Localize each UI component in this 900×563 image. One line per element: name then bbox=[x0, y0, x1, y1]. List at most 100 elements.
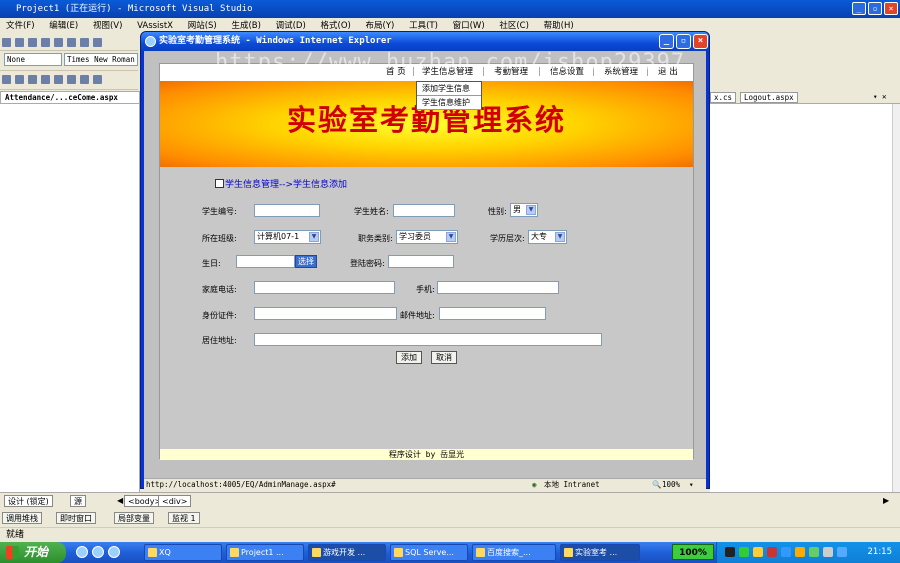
address-input[interactable] bbox=[254, 333, 602, 346]
tray-security-icon[interactable] bbox=[767, 547, 777, 557]
continue-icon[interactable] bbox=[2, 38, 11, 47]
add-item-icon[interactable] bbox=[15, 75, 24, 84]
add-button[interactable]: 添加 bbox=[396, 351, 422, 364]
tray-monitor-icon[interactable] bbox=[837, 547, 847, 557]
style-combo[interactable]: None bbox=[4, 53, 62, 66]
breadcrumb-text[interactable]: 学生信息管理-->学生信息添加 bbox=[225, 180, 347, 190]
gender-select[interactable]: 男 ▼ bbox=[510, 203, 538, 217]
tab-cs-file[interactable]: x.cs bbox=[710, 92, 737, 103]
email-input[interactable] bbox=[439, 307, 546, 320]
nav-student-info[interactable]: 学生信息管理 bbox=[422, 64, 473, 81]
task-sql-server[interactable]: SQL Serve... bbox=[390, 544, 468, 561]
right-editor-pane[interactable] bbox=[710, 104, 892, 492]
tab-call-stack[interactable]: 调用堆栈 bbox=[2, 512, 42, 524]
ie-minimize-icon[interactable]: _ bbox=[659, 34, 674, 49]
nav-logout[interactable]: 退 出 bbox=[658, 64, 678, 81]
task-folder[interactable]: XQ bbox=[144, 544, 222, 561]
tray-user-icon[interactable] bbox=[795, 547, 805, 557]
student-no-input[interactable] bbox=[254, 204, 320, 217]
choose-date-button[interactable]: 选择 bbox=[295, 255, 317, 268]
password-input[interactable] bbox=[388, 255, 454, 268]
submenu-maintain-student[interactable]: 学生信息维护 bbox=[417, 96, 481, 110]
chevron-down-icon[interactable]: ▼ bbox=[555, 232, 565, 242]
task-baidu[interactable]: 百度搜索_... bbox=[472, 544, 556, 561]
stop-icon[interactable] bbox=[28, 38, 37, 47]
tab-watch[interactable]: 监视 1 bbox=[168, 512, 200, 524]
media-quicklaunch-icon[interactable] bbox=[108, 546, 120, 558]
home-phone-input[interactable] bbox=[254, 281, 395, 294]
editor-pane[interactable] bbox=[0, 104, 140, 492]
close-icon[interactable]: × bbox=[884, 2, 898, 15]
chevron-down-icon[interactable]: ▼ bbox=[526, 205, 536, 215]
step-out-icon[interactable] bbox=[80, 38, 89, 47]
tray-volume-icon[interactable] bbox=[781, 547, 791, 557]
save-icon[interactable] bbox=[41, 75, 50, 84]
ie-zoom[interactable]: 100% bbox=[662, 479, 680, 490]
tab-logout[interactable]: Logout.aspx bbox=[740, 92, 798, 103]
vertical-scrollbar[interactable] bbox=[892, 104, 900, 492]
pin-icon[interactable]: ▾ ✕ bbox=[870, 92, 890, 103]
tray-qq-icon[interactable] bbox=[753, 547, 763, 557]
task-game-dev[interactable]: 游戏开发 ... bbox=[308, 544, 386, 561]
start-button[interactable]: 开始 bbox=[0, 542, 66, 563]
task-lab-system[interactable]: 实验室考 ... bbox=[560, 544, 640, 561]
task-vs[interactable]: Project1 ... bbox=[226, 544, 304, 561]
chevron-down-icon[interactable]: ▼ bbox=[309, 232, 319, 242]
submenu-add-student[interactable]: 添加学生信息 bbox=[417, 82, 481, 96]
birthday-input[interactable] bbox=[236, 255, 295, 268]
nav-system[interactable]: 系统管理 bbox=[604, 64, 638, 81]
pause-icon[interactable] bbox=[15, 38, 24, 47]
output-tabs: 调用堆栈 即时窗口 局部变量 监视 1 bbox=[0, 510, 900, 526]
class-select[interactable]: 计算机07-1 ▼ bbox=[254, 230, 321, 244]
desktop-quicklaunch-icon[interactable] bbox=[92, 546, 104, 558]
paste-icon[interactable] bbox=[93, 75, 102, 84]
chevron-down-icon[interactable]: ▼ bbox=[446, 232, 456, 242]
tray-network-icon[interactable] bbox=[739, 547, 749, 557]
class-label: 所在班级: bbox=[202, 234, 237, 243]
step-into-icon[interactable] bbox=[54, 38, 63, 47]
tab-immediate[interactable]: 即时窗口 bbox=[56, 512, 96, 524]
breakpoint-icon[interactable] bbox=[93, 38, 102, 47]
ie-maximize-icon[interactable]: ▫ bbox=[676, 34, 691, 49]
student-name-input[interactable] bbox=[393, 204, 455, 217]
font-combo[interactable]: Times New Roman bbox=[64, 53, 138, 66]
nav-info-settings[interactable]: 信息设置 bbox=[550, 64, 584, 81]
id-card-input[interactable] bbox=[254, 307, 397, 320]
cancel-button[interactable]: 取消 bbox=[431, 351, 457, 364]
tray-input-icon[interactable] bbox=[809, 547, 819, 557]
cut-icon[interactable] bbox=[67, 75, 76, 84]
nav-home[interactable]: 首 页 bbox=[386, 64, 406, 81]
position-select[interactable]: 学习委员 ▼ bbox=[396, 230, 458, 244]
step-over-icon[interactable] bbox=[67, 38, 76, 47]
scroll-right-icon[interactable]: ▶ bbox=[880, 495, 892, 507]
tag-div[interactable]: <div> bbox=[158, 495, 192, 507]
restart-icon[interactable] bbox=[41, 38, 50, 47]
minimize-icon[interactable]: _ bbox=[852, 2, 866, 15]
tab-locals[interactable]: 局部变量 bbox=[114, 512, 154, 524]
open-icon[interactable] bbox=[28, 75, 37, 84]
education-select[interactable]: 大专 ▼ bbox=[528, 230, 567, 244]
chevron-down-icon[interactable]: ▾ bbox=[689, 479, 694, 490]
document-tab[interactable]: Attendance/...ceCome.aspx bbox=[0, 91, 140, 104]
design-tab[interactable]: 设计 (锁定) bbox=[4, 495, 53, 507]
task-label: SQL Serve... bbox=[405, 548, 454, 557]
task-label: XQ bbox=[159, 548, 171, 557]
ie-quicklaunch-icon[interactable] bbox=[76, 546, 88, 558]
ie-close-icon[interactable]: × bbox=[693, 34, 708, 49]
tray-app-icon[interactable] bbox=[725, 547, 735, 557]
source-tab[interactable]: 源 bbox=[70, 495, 86, 507]
zoom-icon[interactable]: 🔍 bbox=[652, 479, 661, 490]
maximize-icon[interactable]: ▫ bbox=[868, 2, 882, 15]
student-no-label: 学生编号: bbox=[202, 207, 237, 216]
menu-view[interactable]: 视图(V) bbox=[87, 18, 128, 34]
tray-shield-icon[interactable] bbox=[823, 547, 833, 557]
menu-file[interactable]: 文件(F) bbox=[0, 18, 41, 34]
nav-attendance[interactable]: 考勤管理 bbox=[494, 64, 528, 81]
ie-title-bar: 实验室考勤管理系统 - Windows Internet Explorer _ … bbox=[141, 32, 709, 51]
mobile-input[interactable] bbox=[437, 281, 559, 294]
menu-edit[interactable]: 编辑(E) bbox=[43, 18, 84, 34]
save-all-icon[interactable] bbox=[54, 75, 63, 84]
copy-icon[interactable] bbox=[80, 75, 89, 84]
new-project-icon[interactable] bbox=[2, 75, 11, 84]
zoom-indicator[interactable]: 100% bbox=[672, 544, 714, 560]
